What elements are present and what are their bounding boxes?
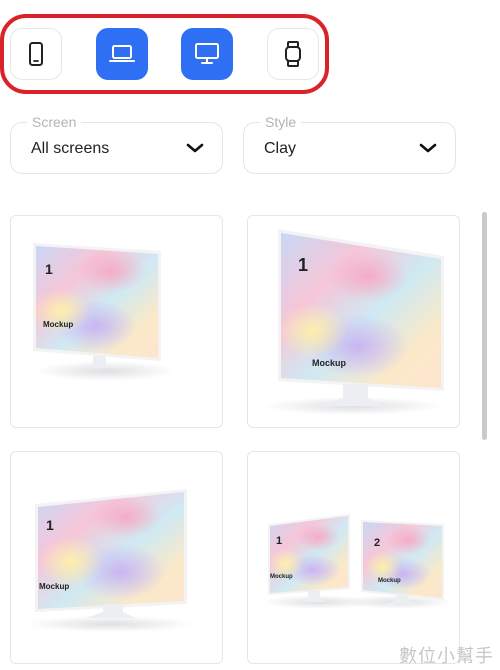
watermark-text: 數位小幫手 — [399, 646, 494, 666]
scrollbar-thumb[interactable] — [482, 212, 487, 440]
phone-device-button[interactable] — [10, 28, 62, 80]
mockup-number: 1 — [46, 517, 54, 533]
mockup-card-4[interactable]: 1 Mockup 2 Mockup — [247, 451, 460, 664]
monitor-mockup-image: 1 Mockup — [263, 229, 444, 415]
mockup-caption: Mockup — [43, 320, 73, 329]
desktop-monitor-icon — [195, 43, 219, 64]
mockup-caption: Mockup — [39, 582, 69, 591]
desktop-device-button[interactable] — [181, 28, 233, 80]
style-select[interactable]: Style Clay — [243, 114, 456, 174]
chevron-down-icon — [186, 143, 204, 153]
laptop-icon — [109, 45, 135, 62]
smartwatch-icon — [285, 41, 301, 67]
laptop-device-button[interactable] — [96, 28, 148, 80]
mockup-caption: Mockup — [312, 358, 347, 368]
screen-select-value: All screens — [31, 140, 110, 157]
monitor-mockup-image: 1 Mockup — [26, 489, 196, 632]
phone-icon — [29, 42, 43, 66]
style-select-label: Style — [260, 114, 302, 130]
mockup-number: 2 — [374, 537, 380, 549]
style-select-value: Clay — [264, 140, 297, 157]
mockup-card-3[interactable]: 1 Mockup — [10, 451, 223, 664]
mockup-number: 1 — [298, 255, 308, 275]
mockup-caption: Mockup — [378, 578, 401, 584]
mockup-number: 1 — [276, 535, 282, 547]
chevron-down-icon — [419, 143, 437, 153]
mockup-number: 1 — [45, 261, 53, 277]
mockup-card-2[interactable]: 1 Mockup — [247, 215, 460, 428]
watch-device-button[interactable] — [267, 28, 319, 80]
mockup-caption: Mockup — [270, 574, 293, 580]
screen-select[interactable]: Screen All screens — [10, 114, 223, 174]
monitor-mockup-image: 1 Mockup — [31, 243, 176, 381]
screen-select-label: Screen — [27, 114, 82, 130]
mockup-card-1[interactable]: 1 Mockup — [10, 215, 223, 428]
dual-monitor-mockup-image: 1 Mockup 2 Mockup — [263, 514, 453, 609]
